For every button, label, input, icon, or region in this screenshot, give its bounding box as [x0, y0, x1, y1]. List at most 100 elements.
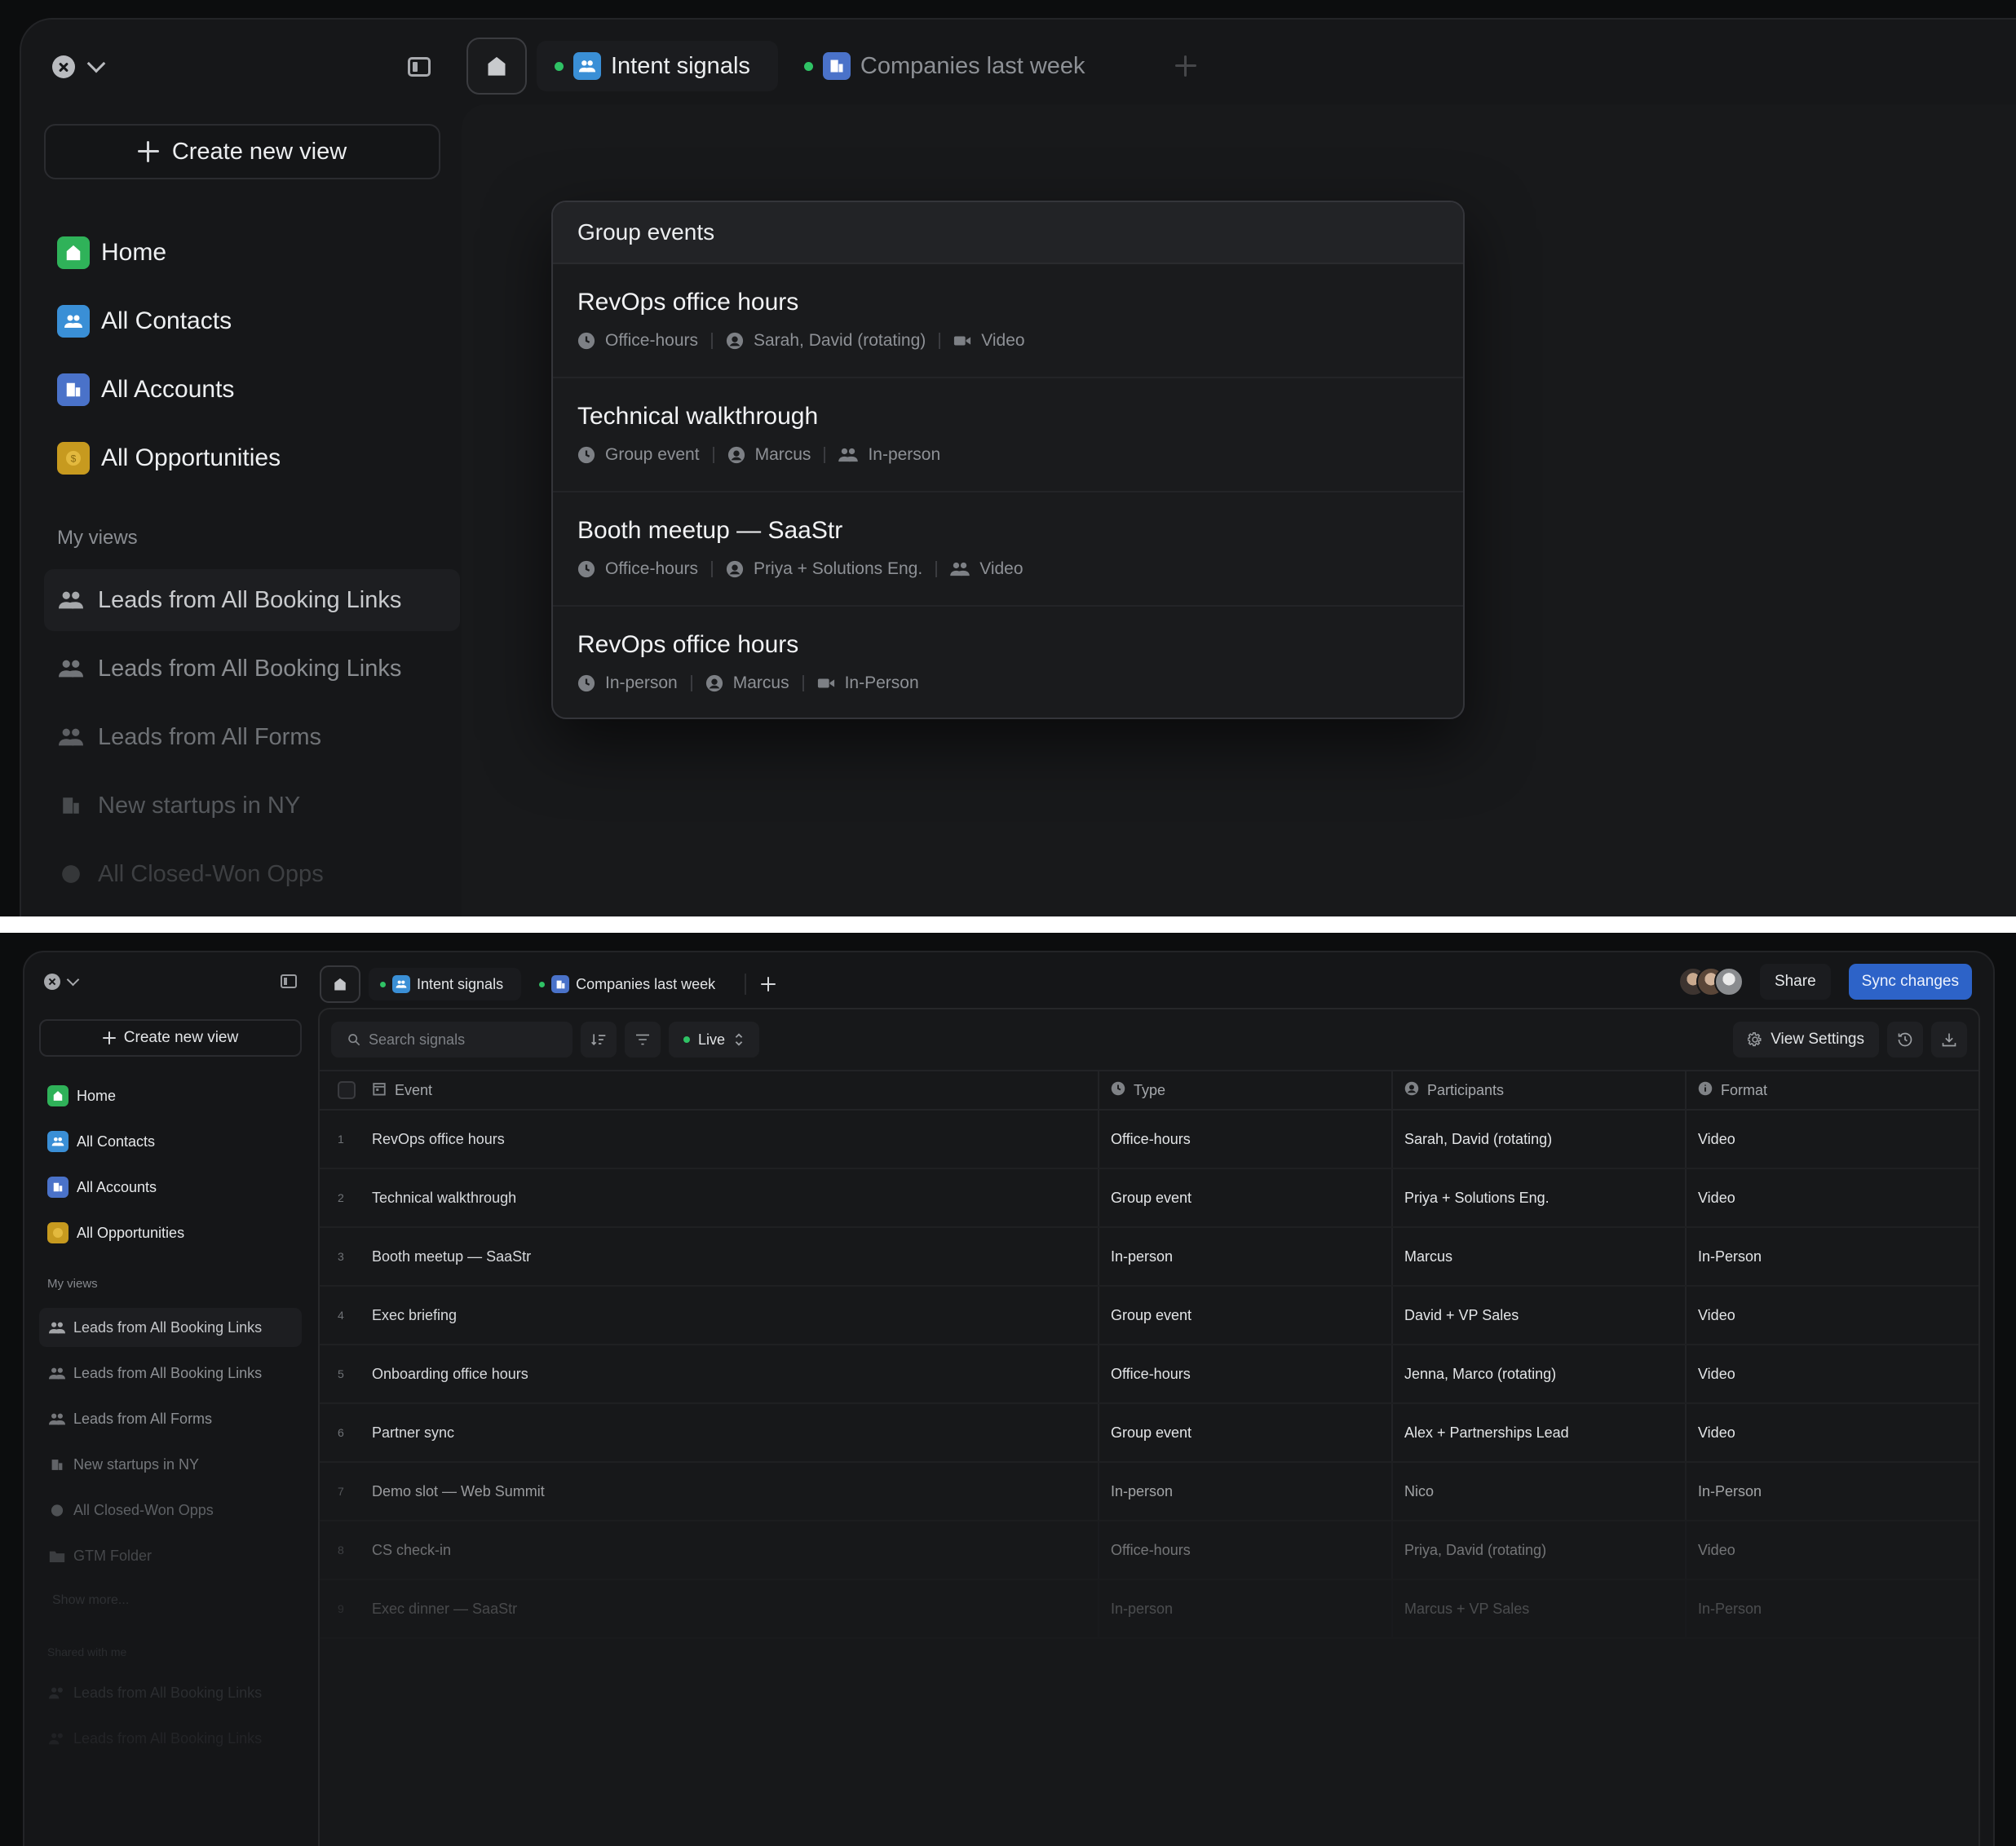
cell-format[interactable]: Video	[1685, 1521, 1978, 1579]
cell-type[interactable]: Group event	[1098, 1287, 1391, 1344]
tab-companies-last-week[interactable]: Companies last week	[528, 968, 733, 1000]
view-settings-button[interactable]: View Settings	[1733, 1022, 1879, 1058]
shared-view-item[interactable]: Leads from All Booking Links	[39, 1673, 302, 1712]
close-icon[interactable]	[52, 55, 75, 78]
cell-format[interactable]: Video	[1685, 1404, 1978, 1461]
table-row[interactable]: 7 Demo slot — Web Summit In-person Nico …	[320, 1463, 1978, 1521]
cell-format[interactable]: Video	[1685, 1169, 1978, 1226]
column-header-format[interactable]: Format	[1685, 1071, 1978, 1109]
cell-type[interactable]: Office-hours	[1098, 1345, 1391, 1402]
view-item[interactable]: Leads from All Forms	[39, 1399, 302, 1438]
home-tab-button[interactable]	[466, 38, 527, 95]
download-button[interactable]	[1931, 1022, 1967, 1058]
cell-participants[interactable]: Marcus + VP Sales	[1391, 1580, 1685, 1637]
home-tab-button[interactable]	[320, 965, 360, 1003]
nav-item-all-contacts[interactable]: All Contacts	[47, 1119, 184, 1164]
view-item[interactable]: Leads from All Booking Links	[44, 569, 460, 631]
view-item[interactable]: Leads from All Booking Links	[39, 1354, 302, 1393]
nav-item-all-opportunities[interactable]: All Opportunities	[47, 1210, 184, 1256]
create-new-view-button[interactable]: Create new view	[39, 1019, 302, 1057]
table-row[interactable]: 8 CS check-in Office-hours Priya, David …	[320, 1521, 1978, 1580]
view-item[interactable]: New startups in NY	[39, 1445, 302, 1484]
view-item[interactable]: Leads from All Forms	[44, 706, 460, 768]
view-item[interactable]: Leads from All Booking Links	[44, 638, 460, 700]
cell-participants[interactable]: Priya + Solutions Eng.	[1391, 1169, 1685, 1226]
event-option[interactable]: RevOps office hours In-person Marcus In-…	[553, 607, 1463, 718]
filter-button[interactable]	[625, 1022, 661, 1058]
view-item[interactable]: GTM Folder	[39, 1536, 302, 1575]
cell-type[interactable]: Group event	[1098, 1169, 1391, 1226]
table-row[interactable]: 6 Partner sync Group event Alex + Partne…	[320, 1404, 1978, 1463]
cell-type[interactable]: Office-hours	[1098, 1111, 1391, 1168]
nav-item-all-accounts[interactable]: All Accounts	[47, 1164, 184, 1210]
share-button[interactable]: Share	[1759, 964, 1831, 1000]
table-row[interactable]: 1 RevOps office hours Office-hours Sarah…	[320, 1111, 1978, 1169]
add-tab-icon[interactable]	[1174, 55, 1196, 77]
table-row[interactable]: 4 Exec briefing Group event David + VP S…	[320, 1287, 1978, 1345]
cell-participants[interactable]: Sarah, David (rotating)	[1391, 1111, 1685, 1168]
view-item[interactable]: All Closed-Won Opps	[44, 843, 460, 905]
cell-event[interactable]: Exec briefing	[372, 1287, 1098, 1344]
select-all-checkbox[interactable]	[338, 1081, 356, 1099]
view-item[interactable]: Leads from All Booking Links	[39, 1308, 302, 1347]
live-select[interactable]: Live	[669, 1022, 760, 1058]
table-row[interactable]: 3 Booth meetup — SaaStr In-person Marcus…	[320, 1228, 1978, 1287]
cell-format[interactable]: Video	[1685, 1111, 1978, 1168]
shared-view-item[interactable]: Leads from All Booking Links	[39, 1719, 302, 1758]
cell-event[interactable]: CS check-in	[372, 1521, 1098, 1579]
nav-item-all-accounts[interactable]: All Accounts	[57, 356, 281, 424]
cell-participants[interactable]: Marcus	[1391, 1228, 1685, 1285]
search-input[interactable]: Search signals	[331, 1022, 573, 1058]
cell-event[interactable]: Onboarding office hours	[372, 1345, 1098, 1402]
event-option[interactable]: Booth meetup — SaaStr Office-hours Priya…	[553, 492, 1463, 607]
cell-type[interactable]: In-person	[1098, 1580, 1391, 1637]
cell-type[interactable]: Office-hours	[1098, 1521, 1391, 1579]
create-new-view-button[interactable]: Create new view	[44, 124, 440, 179]
cell-participants[interactable]: Nico	[1391, 1463, 1685, 1520]
cell-participants[interactable]: David + VP Sales	[1391, 1287, 1685, 1344]
sort-button[interactable]	[581, 1022, 617, 1058]
cell-format[interactable]: Video	[1685, 1287, 1978, 1344]
nav-item-home[interactable]: Home	[57, 219, 281, 287]
column-header-type[interactable]: Type	[1098, 1071, 1391, 1109]
column-header-participants[interactable]: Participants	[1391, 1071, 1685, 1109]
cell-participants[interactable]: Alex + Partnerships Lead	[1391, 1404, 1685, 1461]
cell-event[interactable]: Partner sync	[372, 1404, 1098, 1461]
nav-item-all-contacts[interactable]: All Contacts	[57, 287, 281, 356]
cell-participants[interactable]: Priya, David (rotating)	[1391, 1521, 1685, 1579]
view-item[interactable]: All Closed-Won Opps	[39, 1490, 302, 1530]
column-header-event[interactable]: Event	[372, 1071, 1098, 1109]
add-tab-icon[interactable]	[761, 977, 776, 991]
chevron-down-icon[interactable]	[66, 973, 80, 986]
close-icon[interactable]	[44, 974, 60, 990]
cell-event[interactable]: Exec dinner — SaaStr	[372, 1580, 1098, 1637]
tab-companies-last-week[interactable]: Companies last week	[786, 41, 1113, 91]
cell-type[interactable]: In-person	[1098, 1228, 1391, 1285]
event-option[interactable]: Technical walkthrough Group event Marcus…	[553, 378, 1463, 492]
history-button[interactable]	[1887, 1022, 1923, 1058]
chevron-down-icon[interactable]	[86, 54, 106, 73]
sidebar-toggle-icon[interactable]	[281, 974, 297, 988]
sync-changes-button[interactable]: Sync changes	[1848, 964, 1972, 1000]
cell-event[interactable]: RevOps office hours	[372, 1111, 1098, 1168]
view-item[interactable]: New startups in NY	[44, 775, 460, 837]
cell-format[interactable]: Video	[1685, 1345, 1978, 1402]
cell-event[interactable]: Demo slot — Web Summit	[372, 1463, 1098, 1520]
nav-item-all-opportunities[interactable]: $ All Opportunities	[57, 424, 281, 492]
cell-type[interactable]: In-person	[1098, 1463, 1391, 1520]
cell-type[interactable]: Group event	[1098, 1404, 1391, 1461]
cell-format[interactable]: In-Person	[1685, 1580, 1978, 1637]
event-option[interactable]: RevOps office hours Office-hours Sarah, …	[553, 264, 1463, 378]
table-row[interactable]: 5 Onboarding office hours Office-hours J…	[320, 1345, 1978, 1404]
cell-format[interactable]: In-Person	[1685, 1463, 1978, 1520]
tab-intent-signals[interactable]: Intent signals	[369, 968, 522, 1000]
cell-format[interactable]: In-Person	[1685, 1228, 1978, 1285]
table-row[interactable]: 2 Technical walkthrough Group event Priy…	[320, 1169, 1978, 1228]
collaborator-avatars[interactable]	[1678, 967, 1744, 996]
table-row[interactable]: 9 Exec dinner — SaaStr In-person Marcus …	[320, 1580, 1978, 1639]
sidebar-toggle-icon[interactable]	[408, 57, 431, 77]
tab-intent-signals[interactable]: Intent signals	[537, 41, 778, 91]
nav-item-home[interactable]: Home	[47, 1073, 184, 1119]
cell-event[interactable]: Booth meetup — SaaStr	[372, 1228, 1098, 1285]
cell-event[interactable]: Technical walkthrough	[372, 1169, 1098, 1226]
